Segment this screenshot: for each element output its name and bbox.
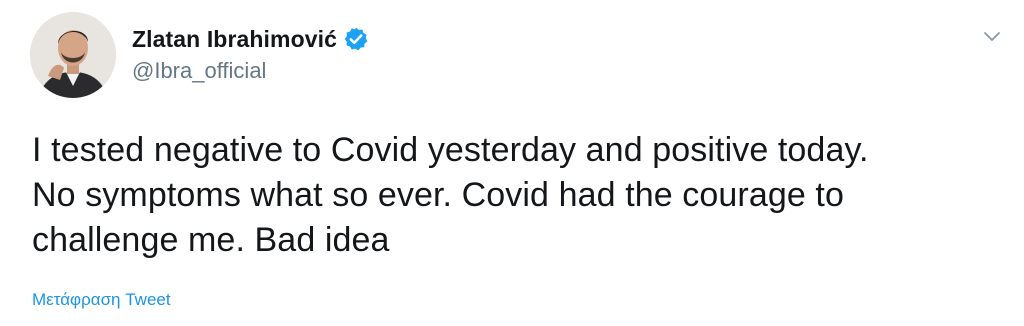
- author-handle[interactable]: @Ibra_official: [132, 58, 266, 84]
- tweet-text-line: I tested negative to Covid yesterday and…: [32, 131, 869, 169]
- author-name-row[interactable]: Zlatan Ibrahimović: [132, 22, 369, 56]
- tweet-card: Zlatan Ibrahimović @Ibra_official I test…: [0, 0, 1024, 326]
- translate-tweet-link[interactable]: Μετάφραση Tweet: [32, 290, 171, 310]
- profile-photo-icon: [30, 12, 116, 98]
- avatar[interactable]: [30, 12, 116, 98]
- chevron-down-icon[interactable]: [980, 24, 1004, 48]
- tweet-text: I tested negative to Covid yesterday and…: [32, 128, 1007, 263]
- tweet-text-line: challenge me. Bad idea: [32, 221, 390, 259]
- tweet-text-line: No symptoms what so ever. Covid had the …: [32, 176, 844, 214]
- author-display-name[interactable]: Zlatan Ibrahimović: [132, 26, 337, 53]
- verified-badge-icon: [343, 26, 369, 52]
